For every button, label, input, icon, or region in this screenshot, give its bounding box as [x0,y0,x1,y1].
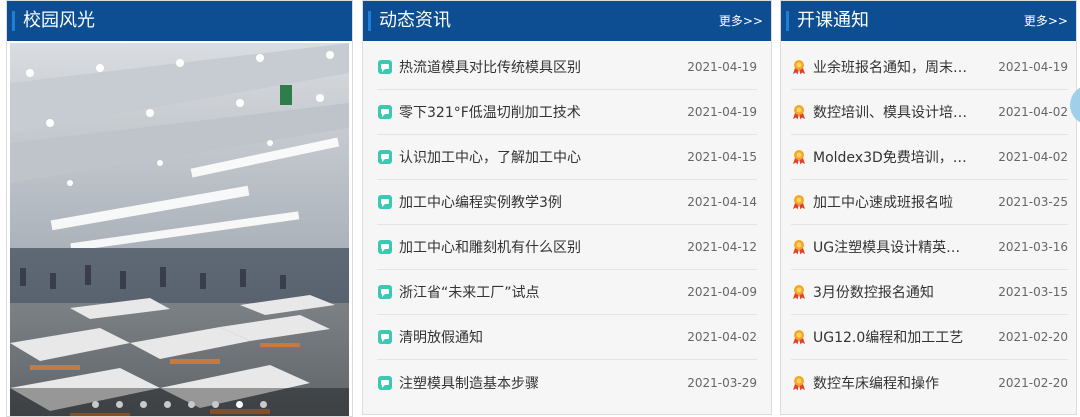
ribbon-award-icon [793,105,805,120]
course-item[interactable]: 数控培训、模具设计培… 2021-04-02 [791,90,1068,135]
course-item-title: 数控培训、模具设计培… [813,105,967,121]
news-panel: 动态资讯 更多>> 热流道模具对比传统模具区别 2021-04-19 零下321… [362,0,772,415]
news-item[interactable]: 认识加工中心，了解加工中心 2021-04-15 [377,135,757,180]
carousel-dot[interactable] [236,401,243,408]
carousel-dot[interactable] [212,401,219,408]
course-item-date: 2021-04-02 [998,150,1068,164]
campus-panel: 校园风光 [6,0,353,417]
course-item[interactable]: 加工中心速成班报名啦 2021-03-25 [791,180,1068,225]
news-item-title: 浙江省“未来工厂”试点 [399,285,540,301]
ribbon-award-icon [793,195,805,210]
news-item-title: 注塑模具制造基本步骤 [399,375,539,392]
news-item-title: 热流道模具对比传统模具区别 [399,60,581,76]
course-item[interactable]: 数控车床编程和操作 2021-02-20 [791,360,1068,405]
course-item[interactable]: 业余班报名通知，周末… 2021-04-19 [791,45,1068,90]
course-item-date: 2021-02-20 [998,330,1068,344]
message-icon [378,240,392,254]
message-icon [378,330,392,344]
courses-title: 开课通知 [797,10,869,31]
news-item[interactable]: 注塑模具制造基本步骤 2021-03-29 [377,360,757,405]
message-icon [378,375,392,390]
ribbon-award-icon [793,285,805,300]
message-icon [378,195,392,209]
course-item[interactable]: 3月份数控报名通知 2021-03-15 [791,270,1068,315]
news-item-date: 2021-04-12 [687,240,757,254]
carousel-dots [10,401,349,408]
news-item-date: 2021-03-29 [687,375,757,390]
course-item-title: 3月份数控报名通知 [813,285,934,301]
news-title: 动态资讯 [379,10,451,31]
carousel-dot[interactable] [140,401,147,408]
news-item[interactable]: 清明放假通知 2021-04-02 [377,315,757,360]
news-list: 热流道模具对比传统模具区别 2021-04-19 零下321°F低温切削加工技术… [377,45,757,405]
courses-more-link[interactable]: 更多>> [1024,1,1068,41]
course-item-date: 2021-03-16 [998,240,1068,254]
course-item-title: Moldex3D免费培训，… [813,150,967,166]
ribbon-award-icon [793,330,805,345]
course-item-title: 业余班报名通知，周末… [813,60,967,76]
campus-header: 校园风光 [7,1,352,41]
course-item-date: 2021-02-20 [998,375,1068,390]
news-item-date: 2021-04-19 [687,60,757,74]
message-icon [378,105,392,119]
course-item-date: 2021-03-25 [998,195,1068,209]
news-item-title: 加工中心和雕刻机有什么区别 [399,240,581,256]
news-header: 动态资讯 更多>> [363,1,771,41]
carousel-dot[interactable] [260,401,267,408]
header-accent-bar [12,11,15,31]
course-item[interactable]: Moldex3D免费培训，… 2021-04-02 [791,135,1068,180]
news-item[interactable]: 浙江省“未来工厂”试点 2021-04-09 [377,270,757,315]
news-item-date: 2021-04-19 [687,105,757,119]
course-item-date: 2021-04-02 [998,105,1068,119]
course-item[interactable]: UG注塑模具设计精英班… 2021-03-16 [791,225,1068,270]
course-item-date: 2021-04-19 [998,60,1068,74]
carousel-dot[interactable] [92,401,99,408]
news-item-title: 零下321°F低温切削加工技术 [399,105,581,121]
course-item-date: 2021-03-15 [998,285,1068,299]
header-accent-bar [368,11,371,31]
ribbon-award-icon [793,60,805,75]
courses-header: 开课通知 更多>> [781,1,1076,41]
course-item-title: UG注塑模具设计精英班… [813,240,973,256]
course-item[interactable]: UG12.0编程和加工工艺 2021-02-20 [791,315,1068,360]
news-item-date: 2021-04-14 [687,195,757,209]
ribbon-award-icon [793,240,805,255]
ribbon-award-icon [793,150,805,165]
news-item[interactable]: 热流道模具对比传统模具区别 2021-04-19 [377,45,757,90]
ribbon-award-icon [793,375,805,390]
course-item-title: 加工中心速成班报名啦 [813,195,953,211]
news-item[interactable]: 加工中心编程实例教学3例 2021-04-14 [377,180,757,225]
news-item-title: 加工中心编程实例教学3例 [399,195,562,211]
course-item-title: UG12.0编程和加工工艺 [813,330,964,346]
message-icon [378,150,392,164]
news-item[interactable]: 加工中心和雕刻机有什么区别 2021-04-12 [377,225,757,270]
message-icon [378,285,392,299]
course-item-title: 数控车床编程和操作 [813,375,939,392]
floating-side-button[interactable] [1070,85,1080,125]
news-item-date: 2021-04-09 [687,285,757,299]
news-item-title: 认识加工中心，了解加工中心 [399,150,581,166]
news-item[interactable]: 零下321°F低温切削加工技术 2021-04-19 [377,90,757,135]
campus-photo[interactable] [10,43,349,416]
carousel-dot[interactable] [188,401,195,408]
carousel-dot[interactable] [116,401,123,408]
news-item-title: 清明放假通知 [399,330,483,346]
news-more-link[interactable]: 更多>> [719,1,763,41]
campus-title: 校园风光 [23,10,95,31]
news-item-date: 2021-04-15 [687,150,757,164]
carousel-dot[interactable] [164,401,171,408]
message-icon [378,60,392,74]
header-accent-bar [786,11,789,31]
courses-list: 业余班报名通知，周末… 2021-04-19 数控培训、模具设计培… 2021-… [791,45,1068,405]
news-item-date: 2021-04-02 [687,330,757,344]
courses-panel: 开课通知 更多>> 业余班报名通知，周末… 2021-04-19 数控培训、模具… [780,0,1080,415]
